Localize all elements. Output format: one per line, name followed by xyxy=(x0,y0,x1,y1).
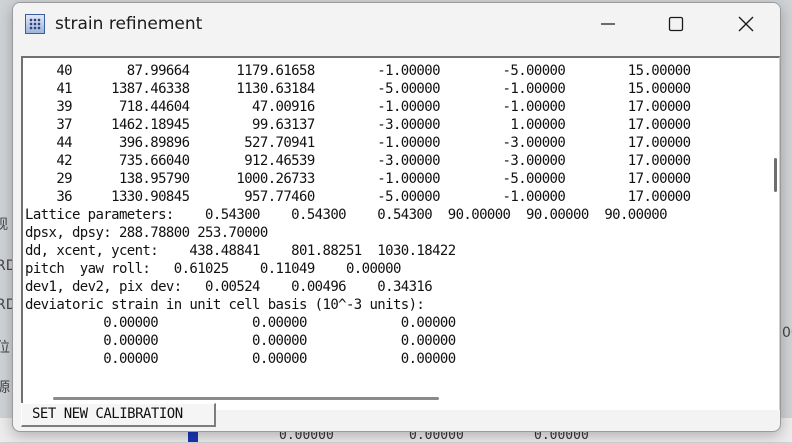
bg-side-label: 观 xyxy=(0,217,8,233)
output-line: 40 87.99664 1179.61658 -1.00000 -5.00000… xyxy=(25,63,691,79)
output-line: 42 735.66040 912.46539 -3.00000 -3.00000… xyxy=(25,153,691,169)
strain-refinement-window: strain refinement 40 87.99664 1179.61658… xyxy=(12,2,781,432)
output-line: 29 138.95790 1000.26733 -1.00000 -5.0000… xyxy=(25,171,691,187)
close-icon xyxy=(738,16,754,32)
set-new-calibration-button[interactable]: SET NEW CALIBRATION xyxy=(21,403,216,427)
bg-side-label: 源 xyxy=(0,380,10,396)
window-title: strain refinement xyxy=(55,14,203,34)
vertical-scrollbar-thumb[interactable] xyxy=(774,158,777,192)
bg-side-label: 位 xyxy=(0,340,10,356)
close-button[interactable] xyxy=(723,3,769,47)
output-line: dev1, dev2, pix dev: 0.00524 0.00496 0.3… xyxy=(25,279,433,295)
minimize-button[interactable] xyxy=(585,3,631,47)
output-line: 44 396.89896 527.70941 -1.00000 -3.00000… xyxy=(25,135,691,151)
output-line: dpsx, dpsy: 288.78800 253.70000 xyxy=(25,225,268,241)
output-line: deviatoric strain in unit cell basis (10… xyxy=(25,297,425,313)
output-line: Lattice parameters: 0.54300 0.54300 0.54… xyxy=(25,207,668,223)
output-line: 36 1330.90845 957.77460 -5.00000 -1.0000… xyxy=(25,189,691,205)
horizontal-scrollbar-thumb[interactable] xyxy=(53,397,439,400)
maximize-button[interactable] xyxy=(653,3,699,47)
output-line: 37 1462.18945 99.63137 -3.00000 1.00000 … xyxy=(25,117,691,133)
bg-right-label: 00 xyxy=(782,325,792,341)
minimize-icon xyxy=(601,23,615,25)
output-line: 39 718.44604 47.00916 -1.00000 -1.00000 … xyxy=(25,99,691,115)
output-line: dd, xcent, ycent: 438.48841 801.88251 10… xyxy=(25,243,456,259)
output-line: 41 1387.46338 1130.63184 -5.00000 -1.000… xyxy=(25,81,691,97)
maximize-icon xyxy=(668,16,684,32)
output-line: pitch yaw roll: 0.61025 0.11049 0.00000 xyxy=(25,261,401,277)
output-text: 40 87.99664 1179.61658 -1.00000 -5.00000… xyxy=(25,62,691,368)
output-line: 0.00000 0.00000 0.00000 xyxy=(25,333,456,349)
output-text-area[interactable]: 40 87.99664 1179.61658 -1.00000 -5.00000… xyxy=(21,56,780,410)
output-line: 0.00000 0.00000 0.00000 xyxy=(25,351,456,367)
output-line: 0.00000 0.00000 0.00000 xyxy=(25,315,456,331)
title-bar[interactable]: strain refinement xyxy=(13,3,780,47)
app-icon xyxy=(25,14,45,34)
